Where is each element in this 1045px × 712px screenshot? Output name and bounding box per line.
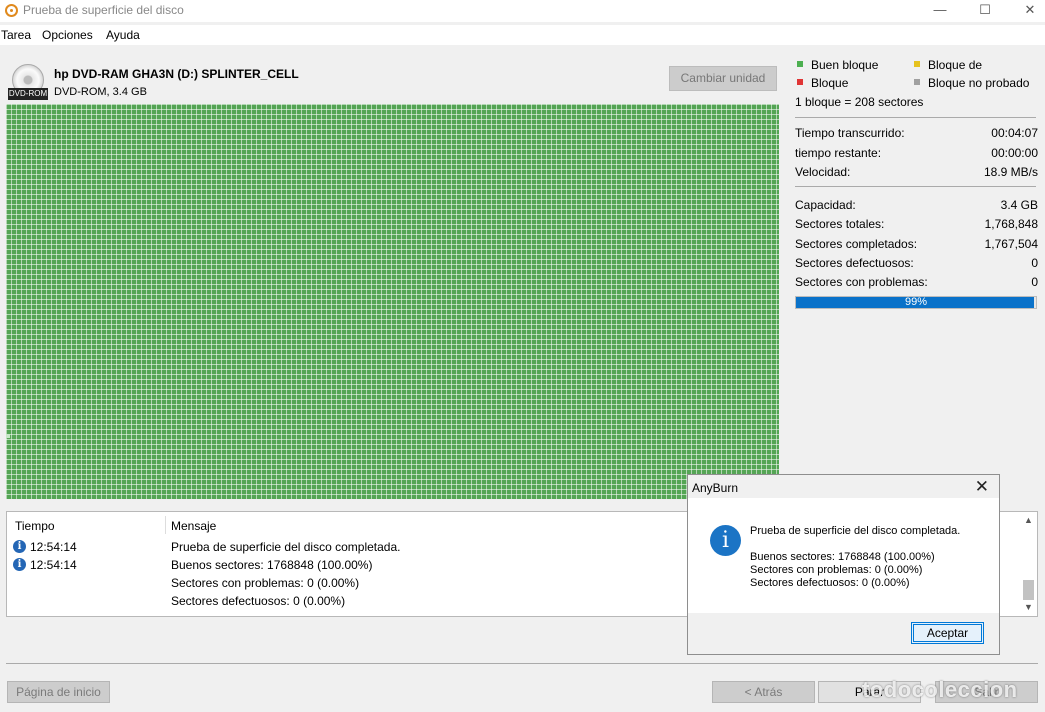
log-scrollbar[interactable]: ▲ ▼ bbox=[1021, 514, 1036, 614]
dvd-drive-icon: DVD-ROM bbox=[8, 64, 48, 102]
scroll-thumb[interactable] bbox=[1023, 580, 1034, 600]
back-button[interactable]: < Atrás bbox=[712, 681, 815, 703]
warning-block-legend-icon bbox=[914, 61, 920, 67]
close-button[interactable]: ✕ bbox=[1007, 0, 1045, 22]
dialog-title: AnyBurn bbox=[692, 481, 739, 495]
bad-block-legend-icon bbox=[797, 79, 803, 85]
scroll-up-icon[interactable]: ▲ bbox=[1024, 515, 1033, 525]
legend-bad-label: Bloque bbox=[811, 76, 849, 90]
untested-block-legend-icon bbox=[914, 79, 920, 85]
log-header-message: Mensaje bbox=[171, 519, 217, 533]
log-time: 12:54:14 bbox=[30, 558, 77, 572]
title-bar: Prueba de superficie del disco — ☐ ✕ bbox=[0, 0, 1045, 22]
total-sectors-value: 1,768,848 bbox=[984, 217, 1038, 231]
info-icon: i bbox=[13, 540, 26, 553]
good-block-legend-icon bbox=[797, 61, 803, 67]
dvd-rom-label: DVD-ROM bbox=[8, 88, 48, 100]
legend-good-label: Buen bloque bbox=[811, 58, 879, 72]
total-sectors-label: Sectores totales: bbox=[795, 217, 885, 231]
log-time: 12:54:14 bbox=[30, 540, 77, 554]
completed-sectors-value: 1,767,504 bbox=[984, 237, 1038, 251]
current-block-marker bbox=[6, 434, 10, 438]
completion-dialog: AnyBurn ✕ i Prueba de superficie del dis… bbox=[687, 474, 1000, 655]
watermark: todocoleccion bbox=[862, 677, 1018, 702]
accept-button[interactable]: Aceptar bbox=[911, 622, 984, 644]
legend-warning-label: Bloque de bbox=[928, 58, 983, 72]
dialog-heading: Prueba de superficie del disco completad… bbox=[750, 525, 961, 537]
defective-sectors-label: Sectores defectuosos: bbox=[795, 256, 914, 270]
menu-opciones[interactable]: Opciones bbox=[42, 28, 93, 42]
drive-info: DVD-ROM, 3.4 GB bbox=[54, 86, 147, 98]
log-header-time: Tiempo bbox=[15, 519, 55, 533]
remaining-value: 00:00:00 bbox=[991, 146, 1038, 160]
capacity-label: Capacidad: bbox=[795, 198, 856, 212]
menu-tarea[interactable]: Tarea bbox=[1, 28, 31, 42]
bottom-divider bbox=[6, 663, 1038, 664]
dialog-close-icon[interactable]: ✕ bbox=[975, 478, 989, 495]
stats-divider bbox=[795, 186, 1036, 187]
drive-name: hp DVD-RAM GHA3N (D:) SPLINTER_CELL bbox=[54, 67, 299, 81]
capacity-value: 3.4 GB bbox=[1000, 198, 1038, 212]
minimize-button[interactable]: — bbox=[917, 0, 963, 22]
log-message: Prueba de superficie del disco completad… bbox=[171, 540, 401, 554]
home-page-button[interactable]: Página de inicio bbox=[7, 681, 110, 703]
scroll-down-icon[interactable]: ▼ bbox=[1024, 602, 1033, 612]
surface-block-map bbox=[6, 104, 779, 499]
speed-label: Velocidad: bbox=[795, 165, 851, 179]
elapsed-label: Tiempo transcurrido: bbox=[795, 126, 905, 140]
remaining-label: tiempo restante: bbox=[795, 146, 882, 160]
progress-bar: 99% bbox=[795, 296, 1037, 309]
problem-sectors-label: Sectores con problemas: bbox=[795, 275, 928, 289]
defective-sectors-value: 0 bbox=[1031, 256, 1038, 270]
problem-sectors-value: 0 bbox=[1031, 275, 1038, 289]
elapsed-value: 00:04:07 bbox=[991, 126, 1038, 140]
info-icon: i bbox=[13, 558, 26, 571]
log-message: Buenos sectores: 1768848 (100.00%) bbox=[171, 558, 373, 572]
log-message: Sectores defectuosos: 0 (0.00%) bbox=[171, 594, 346, 608]
dialog-line-defective: Sectores defectuosos: 0 (0.00%) bbox=[750, 577, 910, 589]
log-message: Sectores con problemas: 0 (0.00%) bbox=[171, 576, 360, 590]
change-drive-button[interactable]: Cambiar unidad bbox=[669, 66, 777, 91]
log-column-divider[interactable] bbox=[165, 516, 166, 534]
completed-sectors-label: Sectores completados: bbox=[795, 237, 918, 251]
dialog-line-good: Buenos sectores: 1768848 (100.00%) bbox=[750, 551, 935, 563]
information-icon: i bbox=[710, 525, 741, 556]
legend-untested-label: Bloque no probado bbox=[928, 76, 1030, 90]
menu-bar: Tarea Opciones Ayuda bbox=[0, 25, 1045, 45]
progress-percent: 99% bbox=[904, 296, 928, 308]
speed-value: 18.9 MB/s bbox=[983, 165, 1038, 179]
dialog-line-problem: Sectores con problemas: 0 (0.00%) bbox=[750, 564, 923, 576]
maximize-button[interactable]: ☐ bbox=[962, 0, 1008, 22]
dialog-body: i Prueba de superficie del disco complet… bbox=[688, 498, 999, 613]
stats-divider bbox=[795, 117, 1036, 118]
window-title: Prueba de superficie del disco bbox=[23, 3, 184, 17]
menu-ayuda[interactable]: Ayuda bbox=[106, 28, 140, 42]
app-icon bbox=[5, 4, 18, 17]
block-size-note: 1 bloque = 208 sectores bbox=[795, 95, 924, 109]
